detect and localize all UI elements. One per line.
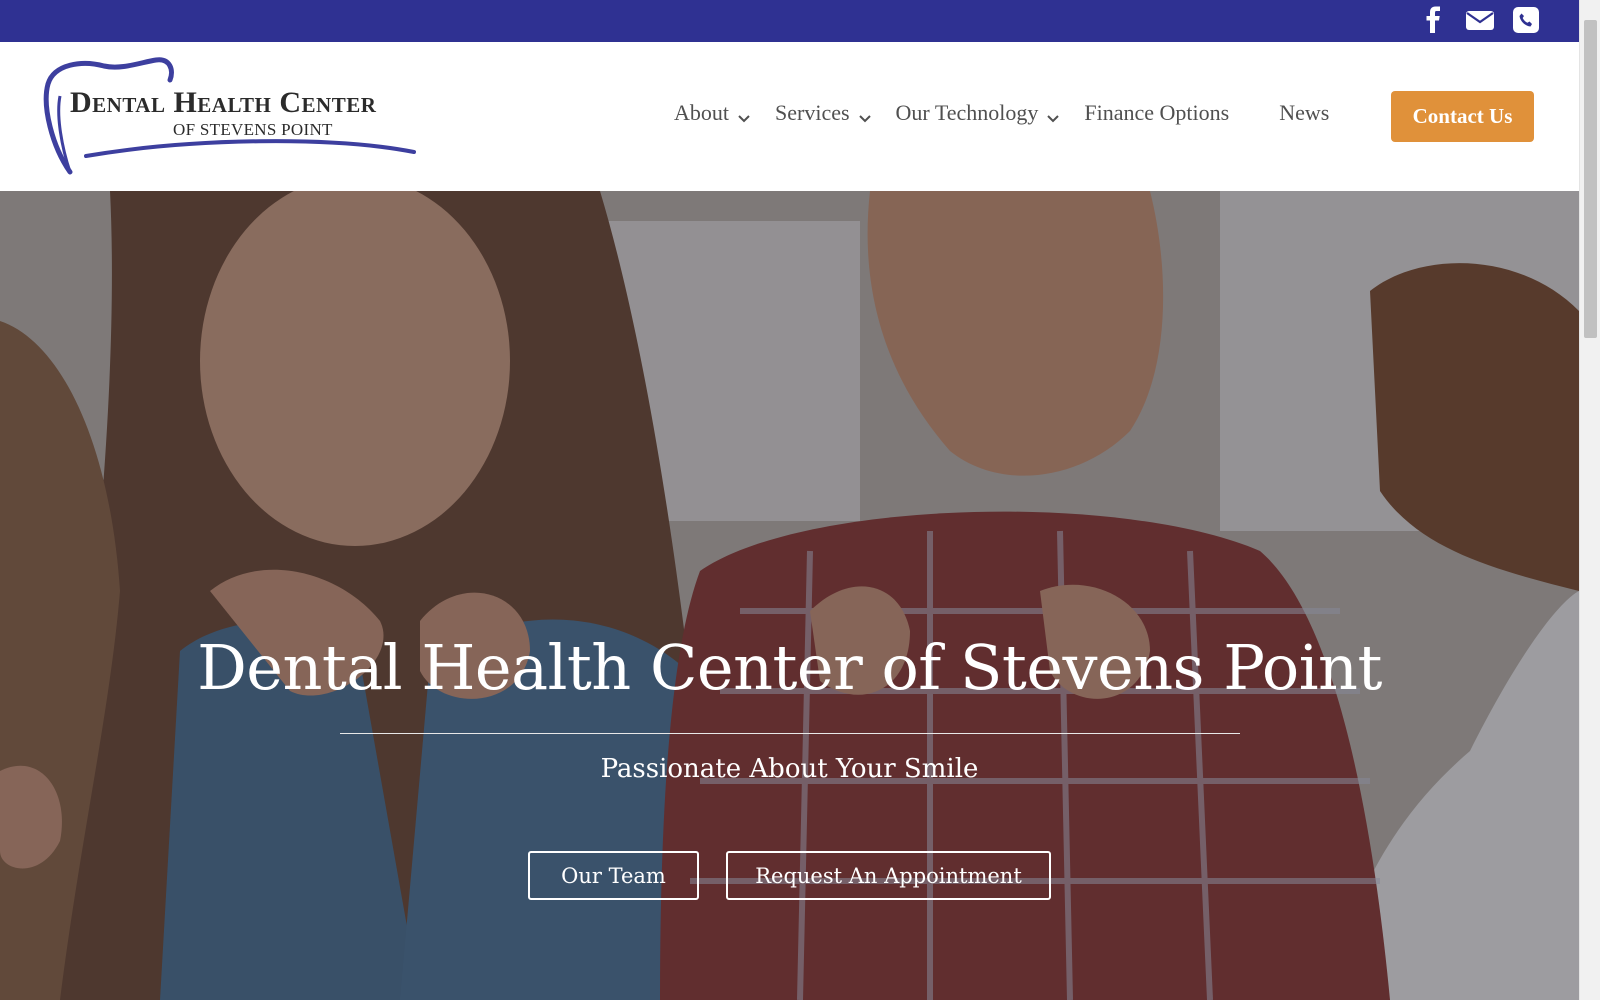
contact-us-button[interactable]: Contact Us bbox=[1391, 91, 1534, 142]
facebook-icon[interactable] bbox=[1419, 5, 1449, 35]
nav-finance-options[interactable]: Finance Options bbox=[1084, 100, 1229, 126]
logo-title: Dental Health Center bbox=[70, 86, 377, 119]
logo-subtitle: OF STEVENS POINT bbox=[173, 120, 333, 139]
nav-our-technology-label: Our Technology bbox=[895, 100, 1039, 125]
request-appointment-button[interactable]: Request An Appointment bbox=[726, 851, 1051, 900]
top-bar bbox=[0, 0, 1579, 42]
nav-finance-options-label: Finance Options bbox=[1084, 100, 1230, 125]
scrollbar-thumb[interactable] bbox=[1584, 20, 1597, 338]
chevron-down-icon bbox=[858, 106, 872, 123]
hero-divider bbox=[340, 733, 1240, 734]
hero-subtitle: Passionate About Your Smile bbox=[600, 754, 979, 784]
nav-about-label: About bbox=[674, 100, 729, 125]
social-links bbox=[1419, 5, 1541, 35]
our-team-button[interactable]: Our Team bbox=[528, 851, 699, 900]
nav-about[interactable]: About bbox=[674, 100, 751, 126]
nav-news[interactable]: News bbox=[1279, 100, 1329, 126]
main-nav: About Services Our Technology Finance Op… bbox=[674, 100, 1353, 126]
page-scrollbar[interactable] bbox=[1579, 0, 1600, 1000]
hero-title: Dental Health Center of Stevens Point bbox=[197, 631, 1382, 704]
chevron-down-icon bbox=[737, 106, 751, 123]
site-header: Dental Health Center OF STEVENS POINT Ab… bbox=[0, 42, 1579, 191]
chevron-down-icon bbox=[1046, 106, 1060, 123]
nav-our-technology[interactable]: Our Technology bbox=[896, 100, 1061, 126]
nav-services-label: Services bbox=[775, 100, 850, 125]
nav-news-label: News bbox=[1279, 100, 1330, 125]
hero-banner: Dental Health Center of Stevens Point Pa… bbox=[0, 191, 1579, 1000]
mail-icon[interactable] bbox=[1465, 5, 1495, 35]
nav-services[interactable]: Services bbox=[775, 100, 872, 126]
site-logo[interactable]: Dental Health Center OF STEVENS POINT bbox=[42, 56, 442, 180]
phone-icon[interactable] bbox=[1511, 5, 1541, 35]
